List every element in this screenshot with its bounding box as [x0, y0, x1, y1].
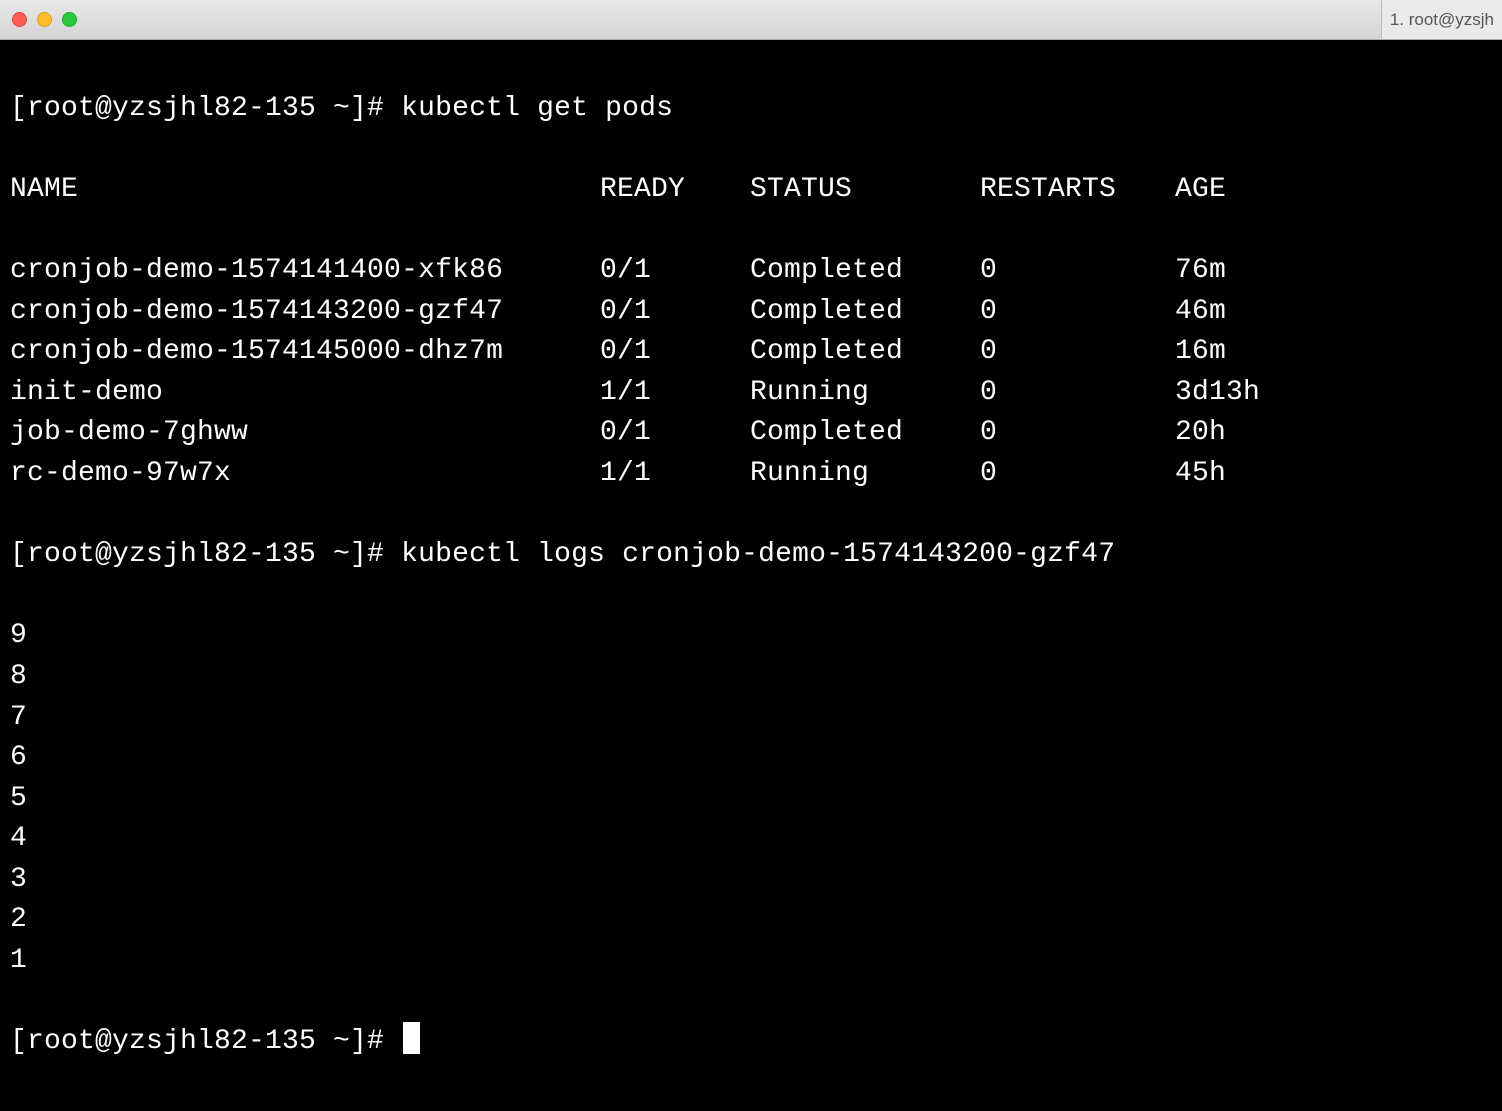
cell-name: init-demo [10, 373, 600, 414]
cell-ready: 1/1 [600, 373, 750, 414]
traffic-lights [12, 12, 77, 27]
shell-prompt: [root@yzsjhl82-135 ~]# [10, 1022, 401, 1063]
log-line: 7 [10, 698, 1492, 739]
cell-ready: 1/1 [600, 454, 750, 495]
log-line: 4 [10, 819, 1492, 860]
cell-name: cronjob-demo-1574143200-gzf47 [10, 292, 600, 333]
cell-ready: 0/1 [600, 413, 750, 454]
cell-age: 76m [1175, 251, 1492, 292]
cell-name: cronjob-demo-1574145000-dhz7m [10, 332, 600, 373]
header-restarts: RESTARTS [980, 170, 1175, 211]
cell-age: 20h [1175, 413, 1492, 454]
log-line: 8 [10, 657, 1492, 698]
log-line: 2 [10, 900, 1492, 941]
command-text: kubectl logs cronjob-demo-1574143200-gzf… [401, 535, 1115, 576]
header-name: NAME [10, 170, 600, 211]
cell-age: 45h [1175, 454, 1492, 495]
command-text: kubectl get pods [401, 89, 673, 130]
table-row: rc-demo-97w7x1/1Running045h [10, 454, 1492, 495]
cell-age: 46m [1175, 292, 1492, 333]
cell-status: Completed [750, 251, 980, 292]
command-line: [root@yzsjhl82-135 ~]# [10, 1022, 1492, 1063]
close-icon[interactable] [12, 12, 27, 27]
minimize-icon[interactable] [37, 12, 52, 27]
cell-restarts: 0 [980, 292, 1175, 333]
header-age: AGE [1175, 170, 1492, 211]
cell-age: 3d13h [1175, 373, 1492, 414]
table-row: job-demo-7ghww0/1Completed020h [10, 413, 1492, 454]
header-status: STATUS [750, 170, 980, 211]
cell-restarts: 0 [980, 251, 1175, 292]
window-titlebar: 1. root@yzsjh [0, 0, 1502, 40]
table-row: cronjob-demo-1574141400-xfk860/1Complete… [10, 251, 1492, 292]
log-line: 1 [10, 941, 1492, 982]
terminal-output[interactable]: [root@yzsjhl82-135 ~]# kubectl get pods … [0, 40, 1502, 1111]
cell-status: Running [750, 454, 980, 495]
log-line: 6 [10, 738, 1492, 779]
cell-status: Completed [750, 292, 980, 333]
table-row: cronjob-demo-1574145000-dhz7m0/1Complete… [10, 332, 1492, 373]
command-line: [root@yzsjhl82-135 ~]# kubectl logs cron… [10, 535, 1492, 576]
cell-status: Running [750, 373, 980, 414]
maximize-icon[interactable] [62, 12, 77, 27]
cell-ready: 0/1 [600, 332, 750, 373]
cell-ready: 0/1 [600, 292, 750, 333]
shell-prompt: [root@yzsjhl82-135 ~]# [10, 535, 401, 576]
header-ready: READY [600, 170, 750, 211]
cell-status: Completed [750, 332, 980, 373]
cell-ready: 0/1 [600, 251, 750, 292]
log-line: 9 [10, 616, 1492, 657]
cell-restarts: 0 [980, 413, 1175, 454]
cell-name: job-demo-7ghww [10, 413, 600, 454]
cursor-icon [403, 1022, 420, 1054]
window-tab-label[interactable]: 1. root@yzsjh [1381, 0, 1502, 39]
log-line: 3 [10, 860, 1492, 901]
cell-name: rc-demo-97w7x [10, 454, 600, 495]
log-line: 5 [10, 779, 1492, 820]
cell-age: 16m [1175, 332, 1492, 373]
cell-restarts: 0 [980, 373, 1175, 414]
table-row: init-demo1/1Running03d13h [10, 373, 1492, 414]
shell-prompt: [root@yzsjhl82-135 ~]# [10, 89, 401, 130]
cell-restarts: 0 [980, 332, 1175, 373]
table-header-row: NAMEREADYSTATUSRESTARTSAGE [10, 170, 1492, 211]
table-row: cronjob-demo-1574143200-gzf470/1Complete… [10, 292, 1492, 333]
cell-status: Completed [750, 413, 980, 454]
cell-restarts: 0 [980, 454, 1175, 495]
command-line: [root@yzsjhl82-135 ~]# kubectl get pods [10, 89, 1492, 130]
cell-name: cronjob-demo-1574141400-xfk86 [10, 251, 600, 292]
